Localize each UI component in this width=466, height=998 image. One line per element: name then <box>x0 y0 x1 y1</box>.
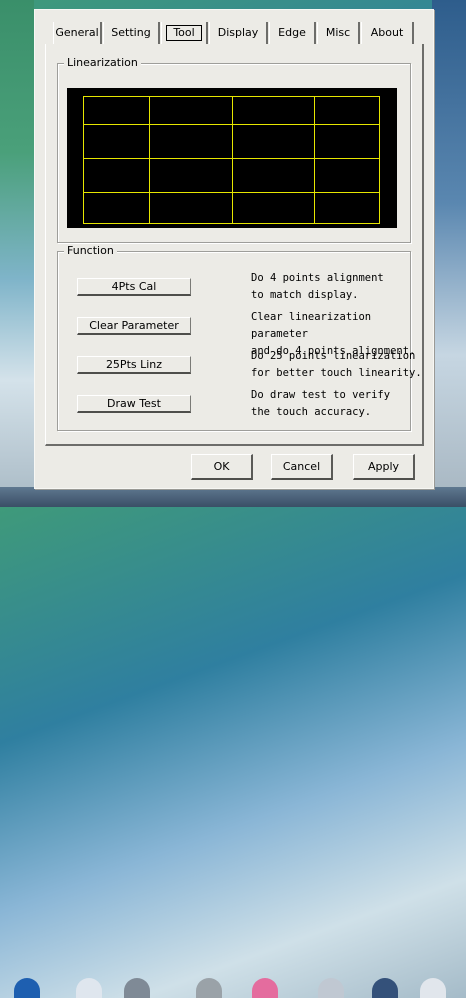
function-group-title: Function <box>64 244 117 257</box>
draw-test-description: Do draw test to verify the touch accurac… <box>251 387 431 421</box>
25pts-linz-description: Do 25 points linearization for better to… <box>251 348 431 382</box>
draw-test-button[interactable]: Draw Test <box>77 395 191 413</box>
tab-setting[interactable]: Setting <box>103 22 160 44</box>
taskbar-app-icon[interactable] <box>372 978 398 998</box>
tab-tool[interactable]: Tool <box>161 22 208 44</box>
description-line: Do 4 points alignment <box>251 272 384 284</box>
taskbar-app-icon[interactable] <box>318 978 344 998</box>
tab-general[interactable]: General <box>53 22 102 44</box>
touch-settings-dialog: General Setting Tool Display Edge Misc A… <box>34 9 434 489</box>
taskbar-app-icon[interactable] <box>14 978 40 998</box>
4pts-cal-description: Do 4 points alignment to match display. <box>251 270 431 304</box>
apply-button[interactable]: Apply <box>353 454 415 480</box>
desktop-background-right <box>432 0 466 507</box>
tab-label: Tool <box>166 25 202 41</box>
ok-button[interactable]: OK <box>191 454 253 480</box>
tab-label: Edge <box>278 26 306 39</box>
tab-display[interactable]: Display <box>209 22 268 44</box>
taskbar-app-icon[interactable] <box>76 978 102 998</box>
description-line: Clear linearization parameter <box>251 311 372 340</box>
tab-label: About <box>370 26 404 39</box>
tab-edge[interactable]: Edge <box>269 22 316 44</box>
25pts-linz-button[interactable]: 25Pts Linz <box>77 356 191 374</box>
tab-label: Misc <box>325 26 351 39</box>
description-line: for better touch linearity. <box>251 367 422 379</box>
desktop-background-left <box>0 0 34 507</box>
description-line: to match display. <box>251 289 359 301</box>
tab-label: Setting <box>111 26 151 39</box>
tab-misc[interactable]: Misc <box>317 22 360 44</box>
taskbar-app-icon[interactable] <box>420 978 446 998</box>
tab-label: Display <box>217 26 259 39</box>
description-line: the touch accuracy. <box>251 406 372 418</box>
description-line: Do draw test to verify <box>251 389 391 401</box>
taskbar-app-icon[interactable] <box>252 978 278 998</box>
tab-label: General <box>55 26 99 39</box>
cancel-button[interactable]: Cancel <box>271 454 333 480</box>
clear-parameter-button[interactable]: Clear Parameter <box>77 317 191 335</box>
4pts-cal-button[interactable]: 4Pts Cal <box>77 278 191 296</box>
linearization-grid <box>67 88 397 228</box>
linearization-group-title: Linearization <box>64 56 141 69</box>
description-line: Do 25 points linearization <box>251 350 416 362</box>
grid-border <box>83 96 380 224</box>
tab-about[interactable]: About <box>361 22 414 44</box>
taskbar-app-icon[interactable] <box>196 978 222 998</box>
taskbar-app-icon[interactable] <box>124 978 150 998</box>
taskbar <box>0 487 466 998</box>
